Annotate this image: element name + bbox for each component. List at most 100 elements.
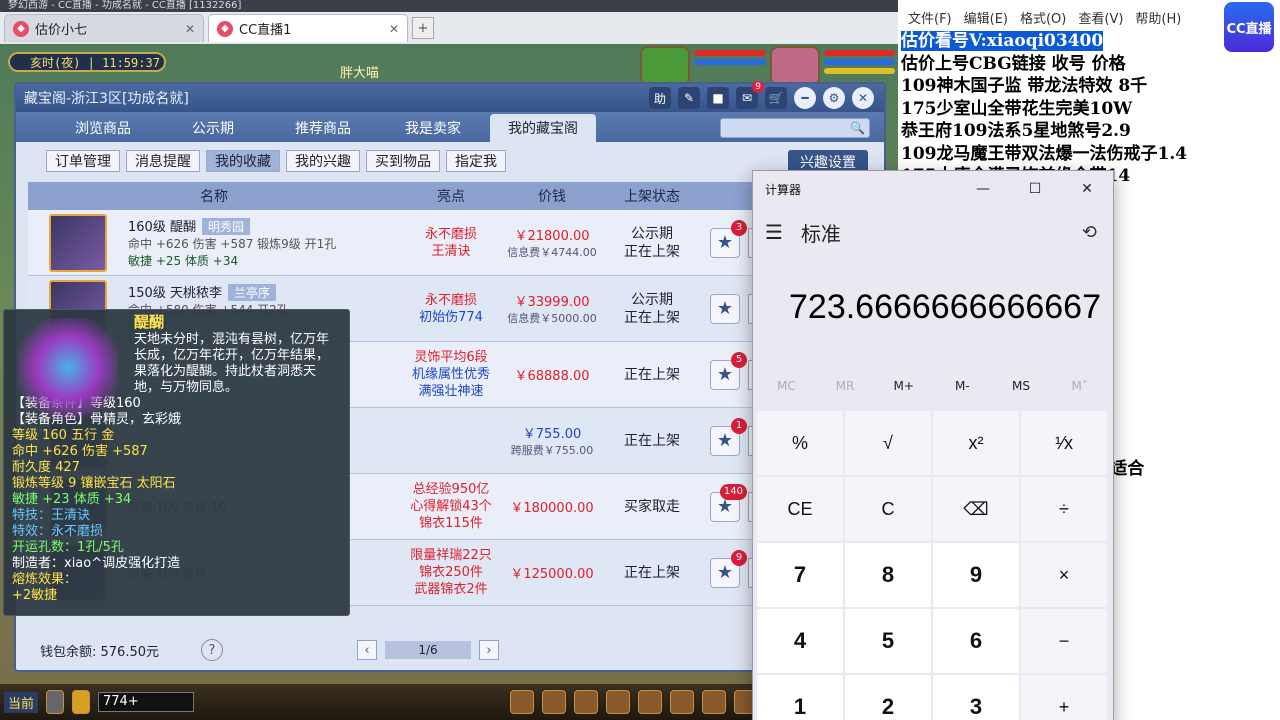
settings-icon[interactable]: ⚙ [823,87,845,109]
digit-1-button[interactable]: 1 [757,675,843,720]
digit-7-button[interactable]: 7 [757,543,843,607]
nav-browse[interactable]: 浏览商品 [50,114,156,142]
memory-button[interactable]: M˅ [1050,365,1109,407]
digit-6-button[interactable]: 6 [933,609,1019,673]
chat-input[interactable]: 774+ [98,692,195,712]
trade-icon[interactable] [606,690,631,714]
backspace-button[interactable]: ⌫ [933,477,1019,541]
nav-publicity[interactable]: 公示期 [160,114,266,142]
maximize-button[interactable]: ☐ [1009,171,1061,207]
digit-8-button[interactable]: 8 [845,543,931,607]
clear-button[interactable]: C [845,477,931,541]
team-icon[interactable] [638,690,663,714]
window-footer: 钱包余额: 576.50元 ? ‹ 1/6 › [40,638,760,662]
level-element: 等级 160 五行 金 [12,428,115,443]
item-price: ￥21800.00 [514,229,590,244]
multiply-button[interactable]: × [1021,543,1107,607]
chat-channel[interactable]: 当前 [4,691,39,713]
slot-count: 开运孔数：1孔/5孔 [12,540,124,555]
sqrt-button[interactable]: √ [845,411,931,475]
menu-view[interactable]: 查看(V) [1078,8,1123,30]
player-avatar[interactable] [769,46,820,86]
minimize-icon[interactable]: ━ [794,87,816,109]
tab-cc-live[interactable]: ◆ CC直播1 ✕ [208,14,408,42]
minimize-button[interactable]: — [957,171,1009,207]
menu-format[interactable]: 格式(O) [1020,8,1066,30]
close-icon[interactable]: ✕ [852,87,874,109]
memory-button[interactable]: M+ [874,365,933,407]
digit-4-button[interactable]: 4 [757,609,843,673]
help-button[interactable]: 助 [649,87,671,109]
tab-purchased[interactable]: 买到物品 [366,150,440,172]
tab-notifications[interactable]: 消息提醒 [126,150,200,172]
tab-guji[interactable]: ◆ 估价小七 ✕ [4,14,204,42]
star-icon[interactable]: ★ 140 [710,483,747,522]
item-icon[interactable] [542,690,567,714]
page-indicator: 1/6 [385,641,471,659]
tab-orders[interactable]: 订单管理 [46,150,120,172]
cart-icon[interactable]: 🛒 [765,87,787,109]
microphone-icon[interactable] [46,690,65,714]
task-icon[interactable] [702,690,727,714]
square-button[interactable]: x² [933,411,1019,475]
nav-seller[interactable]: 我是卖家 [380,114,486,142]
pet-avatar[interactable] [640,46,690,86]
menu-icon[interactable]: ☰ [765,220,783,244]
pet-icon[interactable] [670,690,695,714]
next-page-button[interactable]: › [479,640,499,660]
tab-favorites[interactable]: 我的收藏 [206,150,280,172]
menu-help[interactable]: 帮助(H) [1135,8,1181,30]
search-icon[interactable]: 🔍 [850,121,865,135]
item-thumbnail[interactable] [49,213,107,272]
close-icon[interactable]: ✕ [185,22,195,36]
search-input[interactable]: 🔍 [720,118,870,138]
star-icon[interactable]: ★ 1 [710,417,747,456]
divide-button[interactable]: ÷ [1021,477,1107,541]
item-name[interactable]: 150级 天桃秾李 [128,286,222,301]
add-button[interactable]: + [1021,675,1107,720]
highlight-text: 灵饰平均6段 [414,350,488,365]
tab-designated[interactable]: 指定我 [446,150,506,172]
digit-3-button[interactable]: 3 [933,675,1019,720]
window-title: 梦幻西游 - CC直播 - 功成名就 - CC直播 [1132266] [0,0,900,12]
digit-9-button[interactable]: 9 [933,543,1019,607]
nav-recommended[interactable]: 推荐商品 [270,114,376,142]
memory-button[interactable]: MR [816,365,875,407]
star-icon[interactable]: ★ 5 [710,351,747,390]
text-line: 109龙马魔王带双法爆一法伤戒子1.4 [901,143,1188,164]
calculator-display: 723.6666666666667 [789,287,1101,326]
percent-button[interactable]: % [757,411,843,475]
clear-entry-button[interactable]: CE [757,477,843,541]
item-name[interactable]: 160级 醍醐 [128,220,196,235]
history-icon[interactable]: ⟲ [1082,222,1097,243]
new-tab-button[interactable]: + [412,17,434,39]
smelt-label: 熔炼效果： [12,572,78,587]
memory-button[interactable]: MS [992,365,1051,407]
menu-edit[interactable]: 编辑(E) [964,8,1008,30]
stop-icon[interactable]: ■ [707,87,729,109]
subtract-button[interactable]: − [1021,609,1107,673]
prev-page-button[interactable]: ‹ [357,640,377,660]
message-icon[interactable]: ✉ 9 [736,81,764,109]
digit-2-button[interactable]: 2 [845,675,931,720]
nav-my-pavilion[interactable]: 我的藏宝阁 [490,114,596,142]
close-icon[interactable]: ✕ [389,22,399,36]
digit-5-button[interactable]: 5 [845,609,931,673]
emoji-icon[interactable] [72,690,91,714]
star-icon[interactable]: ★ 3 [710,219,747,258]
app-icon: ◆ [217,20,233,37]
star-icon[interactable]: ★ [710,293,740,324]
attack-icon[interactable] [510,690,535,714]
edit-icon[interactable]: ✎ [678,87,700,109]
close-button[interactable]: ✕ [1061,171,1113,207]
table-row[interactable]: 160级 醍醐 明秀园 命中 +626 伤害 +587 锻炼9级 开1孔 敏捷 +… [28,210,870,276]
memory-button[interactable]: MC [757,365,816,407]
item-price: ￥180000.00 [510,501,594,516]
memory-button[interactable]: M- [933,365,992,407]
tab-interests[interactable]: 我的兴趣 [286,150,360,172]
give-icon[interactable] [574,690,599,714]
menu-file[interactable]: 文件(F) [908,8,952,30]
reciprocal-button[interactable]: ¹⁄x [1021,411,1107,475]
star-icon[interactable]: ★ 9 [710,549,747,588]
help-icon[interactable]: ? [201,639,223,661]
